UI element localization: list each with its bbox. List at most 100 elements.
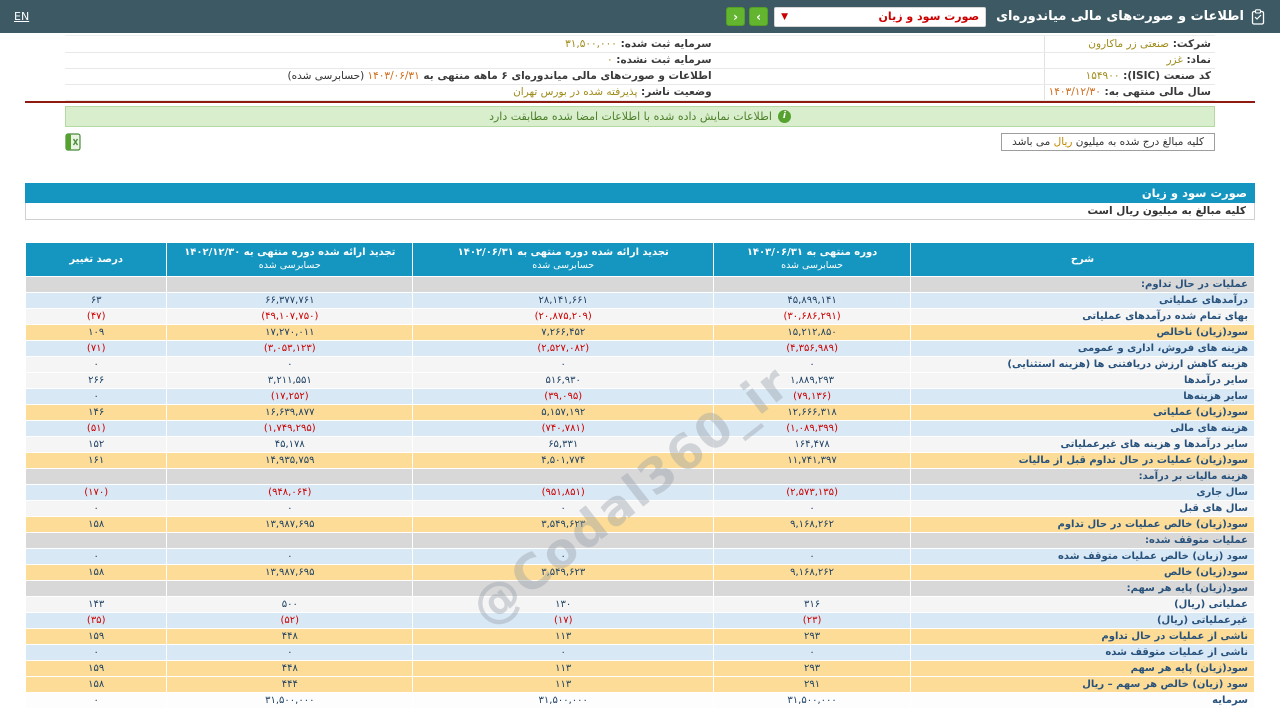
statement-select-value: صورت سود و زیان: [878, 10, 980, 23]
table-row: سود (زیان) خالص عملیات متوقف شده ۰ ۰ ۰ ۰: [24, 547, 1256, 565]
value-cell: ۰: [713, 355, 911, 373]
value-cell: ۰: [24, 499, 168, 517]
table-row: سرمایه ۳۱,۵۰۰,۰۰۰ ۳۱,۵۰۰,۰۰۰ ۳۱,۵۰۰,۰۰۰ ۰: [24, 691, 1256, 709]
value-cell: (۵۲): [166, 611, 414, 629]
value-cell: (۲,۵۲۷,۰۸۲): [412, 339, 715, 357]
value-cell: (۳۵): [24, 611, 168, 629]
value-cell: ۲۹۳: [713, 659, 911, 677]
value-cell: ۱۲,۶۶۶,۳۱۸: [713, 403, 911, 421]
value-cell: ۶۶,۳۷۷,۷۶۱: [166, 291, 414, 309]
signature-match-text: اطلاعات نمایش داده شده با اطلاعات امضا ش…: [489, 109, 772, 123]
value-cell: ۲۹۱: [713, 675, 911, 693]
value-cell: ۱۵۹: [24, 659, 168, 677]
value-cell: ۳,۲۱۱,۵۵۱: [166, 371, 414, 389]
value-cell: ۰: [412, 355, 715, 373]
table-row: سود(زیان) خالص ۹,۱۶۸,۲۶۲ ۳,۵۴۹,۶۲۳ ۱۳,۹۸۷,۶…: [24, 563, 1256, 581]
value-cell: (۱,۰۸۹,۳۹۹): [713, 419, 911, 437]
table-row: سود(زیان) خالص عملیات در حال تداوم ۹,۱۶۸,…: [24, 515, 1256, 533]
info-label: کد صنعت (ISIC):: [1119, 70, 1211, 82]
info-value: ۱۵۴۹۰۰: [1085, 70, 1120, 82]
info-value: ۱۴۰۳/۱۲/۳۰: [1048, 86, 1101, 98]
row-label: عملیات متوقف شده:: [909, 531, 1256, 549]
value-cell: [166, 579, 414, 597]
table-row: سال های قبل ۰ ۰ ۰ ۰: [24, 499, 1256, 517]
column-title: درصد تغییر: [69, 253, 123, 265]
info-value: ۱۴۰۳/۰۶/۳۱: [367, 70, 420, 82]
value-cell: [24, 467, 168, 485]
value-cell: [24, 579, 168, 597]
value-cell: ۳,۵۴۹,۶۲۳: [412, 515, 715, 533]
value-cell: [713, 467, 911, 485]
app-title-box: اطلاعات و صورت‌های مالی میاندوره‌ای: [996, 8, 1266, 25]
value-cell: ۵۱۶,۹۳۰: [412, 371, 715, 389]
unit-note-prefix: کلیه مبالغ درج شده به میلیون: [1072, 135, 1204, 148]
value-cell: ۱۴,۹۳۵,۷۵۹: [166, 451, 414, 469]
value-cell: (۲۳): [713, 611, 911, 629]
table-row: ناشی از عملیات متوقف شده ۰ ۰ ۰ ۰: [24, 643, 1256, 661]
row-label: بهای تمام شده درآمدهای عملیاتی: [909, 307, 1256, 325]
statement-select[interactable]: صورت سود و زیان ▼: [774, 6, 987, 27]
info-icon: i: [777, 109, 791, 123]
unit-row: کلیه مبالغ درج شده به میلیون ریال می باش…: [65, 132, 1215, 155]
value-cell: ۳۱,۵۰۰,۰۰۰: [713, 691, 911, 709]
row-label: سایر هزینه‌ها: [909, 387, 1256, 405]
value-cell: ۰: [24, 691, 168, 709]
value-cell: ۱۳۰: [412, 595, 715, 613]
value-cell: (۹۴۸,۰۶۴): [166, 483, 414, 501]
table-row: هزینه های مالی (۱,۰۸۹,۳۹۹) (۷۴۰,۷۸۱) (۱,۷۴۹…: [24, 419, 1256, 437]
signature-match-banner: i اطلاعات نمایش داده شده با اطلاعات امضا…: [65, 105, 1215, 127]
statement-section: @Codal360_ir صورت سود و زیان کلیه مبالغ …: [24, 182, 1256, 709]
info-cell: سال مالی منتهی به: ۱۴۰۳/۱۲/۳۰: [1043, 84, 1215, 101]
table-row: سایر درآمدها و هزینه های غیرعملیاتی ۱۶۴,۴…: [24, 435, 1256, 453]
value-cell: ۵۰۰: [166, 595, 414, 613]
info-row: کد صنعت (ISIC): ۱۵۴۹۰۰ اطلاعات و صورت‌های…: [65, 68, 1215, 85]
value-cell: ۳۱,۵۰۰,۰۰۰: [166, 691, 414, 709]
row-label: ناشی از عملیات در حال تداوم: [909, 627, 1256, 645]
table-row: غیرعملیاتی (ریال) (۲۳) (۱۷) (۵۲) (۳۵): [24, 611, 1256, 629]
value-cell: ۰: [412, 643, 715, 661]
value-cell: ۱۶,۶۳۹,۸۷۷: [166, 403, 414, 421]
value-cell: ۴۴۴: [166, 675, 414, 693]
value-cell: ۱۵۸: [24, 675, 168, 693]
value-cell: ۰: [166, 547, 414, 565]
info-cell: اطلاعات و صورت‌های مالی میاندوره‌ای ۶ ما…: [65, 68, 1045, 85]
value-cell: ۱۵۸: [24, 515, 168, 533]
language-toggle-en[interactable]: EN: [14, 10, 29, 23]
value-cell: [412, 467, 715, 485]
info-suffix: (حسابرسی شده): [287, 70, 368, 82]
value-cell: ۰: [24, 547, 168, 565]
nav-next-button[interactable]: ‹: [726, 7, 746, 26]
value-cell: ۰: [24, 387, 168, 405]
unit-note-highlight: ریال: [1053, 135, 1073, 148]
value-cell: (۴۹,۱۰۷,۷۵۰): [166, 307, 414, 325]
table-row: درآمدهای عملیاتی ۴۵,۸۹۹,۱۴۱ ۲۸,۱۴۱,۶۶۱ ۶۶,۳…: [24, 291, 1256, 309]
table-row: سایر هزینه‌ها (۷۹,۱۳۶) (۳۹,۰۹۵) (۱۷,۲۵۲) ۰: [24, 387, 1256, 405]
value-cell: ۰: [412, 547, 715, 565]
value-cell: ۰: [713, 643, 911, 661]
row-label: سال جاری: [909, 483, 1256, 501]
info-cell: نماد: غزر: [1043, 52, 1215, 69]
value-cell: ۱۱۳: [412, 675, 715, 693]
excel-export-icon[interactable]: [65, 132, 81, 155]
unit-note: کلیه مبالغ درج شده به میلیون ریال می باش…: [1001, 132, 1215, 151]
nav-previous-button[interactable]: ›: [749, 7, 769, 26]
value-cell: [412, 531, 715, 549]
row-label: سود(زیان) عملیاتی: [909, 403, 1256, 421]
row-label: سود(زیان) عملیات در حال تداوم قبل از مال…: [909, 451, 1256, 469]
value-cell: ۴۴۸: [166, 627, 414, 645]
value-cell: ۵,۱۵۷,۱۹۲: [412, 403, 715, 421]
value-cell: ۱۳,۹۸۷,۶۹۵: [166, 515, 414, 533]
page-title: اطلاعات و صورت‌های مالی میاندوره‌ای: [996, 9, 1244, 24]
info-label: سال مالی منتهی به:: [1100, 86, 1211, 98]
value-cell: ۱۷,۲۷۰,۰۱۱: [166, 323, 414, 341]
value-cell: ۰: [166, 355, 414, 373]
value-cell: [24, 531, 168, 549]
table-row: سال جاری (۲,۵۷۳,۱۳۵) (۹۵۱,۸۵۱) (۹۴۸,۰۶۴) (۱۷…: [24, 483, 1256, 501]
info-label: سرمایه ثبت نشده:: [612, 54, 712, 66]
info-label: اطلاعات و صورت‌های مالی میاندوره‌ای ۶ ما…: [419, 70, 712, 82]
value-cell: (۵۱): [24, 419, 168, 437]
value-cell: ۷,۲۶۶,۴۵۲: [412, 323, 715, 341]
info-label: نماد:: [1182, 54, 1211, 66]
info-row: سال مالی منتهی به: ۱۴۰۳/۱۲/۳۰ وضعیت ناشر:…: [65, 84, 1215, 101]
value-cell: [713, 531, 911, 549]
